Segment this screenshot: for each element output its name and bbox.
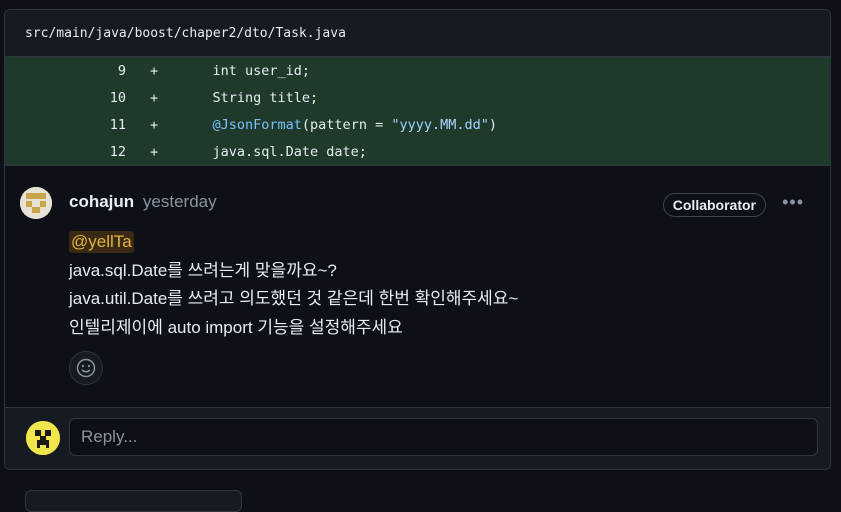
diff-sign: + <box>150 62 159 79</box>
diff-line: 10 + String title; <box>5 84 830 111</box>
comment-line: java.util.Date를 쓰려고 의도했던 것 같은데 한번 확인해주세요… <box>69 289 519 308</box>
comment-meta: cohajun yesterday <box>69 192 217 212</box>
comment-body: @yellTa java.sql.Date를 쓰려는게 맞을까요~? java.… <box>69 228 518 342</box>
diff-code: @JsonFormat(pattern = "yyyy.MM.dd") <box>180 116 498 133</box>
review-comment: cohajun yesterday Collaborator ••• @yell… <box>5 165 830 407</box>
line-number[interactable]: 11 <box>5 116 126 133</box>
file-path-header[interactable]: src/main/java/boost/chaper2/dto/Task.jav… <box>5 10 830 57</box>
code-text: (pattern = <box>301 116 392 133</box>
role-badge: Collaborator <box>662 193 766 217</box>
identicon-icon <box>20 187 52 219</box>
comment-line: java.sql.Date를 쓰려는게 맞을까요~? <box>69 260 337 280</box>
diff-sign: + <box>150 143 159 160</box>
add-reaction-button[interactable] <box>69 351 103 385</box>
line-number[interactable]: 9 <box>5 62 126 79</box>
user-mention[interactable]: @yellTa <box>69 231 134 253</box>
comment-timestamp[interactable]: yesterday <box>143 192 217 211</box>
code-annotation: @JsonFormat <box>212 116 302 133</box>
diff-line: 11 + @JsonFormat(pattern = "yyyy.MM.dd") <box>5 111 830 138</box>
code-string: "yyyy.MM.dd" <box>391 116 489 133</box>
current-user-avatar[interactable] <box>26 421 60 455</box>
reply-input[interactable]: Reply... <box>69 418 818 456</box>
review-comment-thread: src/main/java/boost/chaper2/dto/Task.jav… <box>4 9 831 470</box>
kebab-horizontal-icon[interactable]: ••• <box>782 193 804 211</box>
diff-hunk: 9 + int user_id; 10 + String title; 11 +… <box>5 57 830 165</box>
author-name[interactable]: cohajun <box>69 192 134 211</box>
next-control[interactable] <box>25 490 242 512</box>
author-avatar[interactable] <box>20 187 52 219</box>
diff-code: int user_id; <box>180 62 311 79</box>
diff-line: 12 + java.sql.Date date; <box>5 138 830 165</box>
diff-sign: + <box>150 116 159 133</box>
diff-line: 9 + int user_id; <box>5 57 830 84</box>
line-number[interactable]: 10 <box>5 89 126 106</box>
file-path[interactable]: src/main/java/boost/chaper2/dto/Task.jav… <box>25 26 346 41</box>
smiley-icon <box>76 358 96 378</box>
reply-row: Reply... <box>5 407 830 469</box>
line-number[interactable]: 12 <box>5 143 126 160</box>
comment-line: 인텔리제이에 auto import 기능을 설정해주세요 <box>69 317 403 337</box>
diff-code: String title; <box>180 89 319 106</box>
creeper-icon <box>26 421 60 455</box>
code-text: ) <box>488 116 498 133</box>
diff-code: java.sql.Date date; <box>180 143 367 160</box>
diff-sign: + <box>150 89 159 106</box>
